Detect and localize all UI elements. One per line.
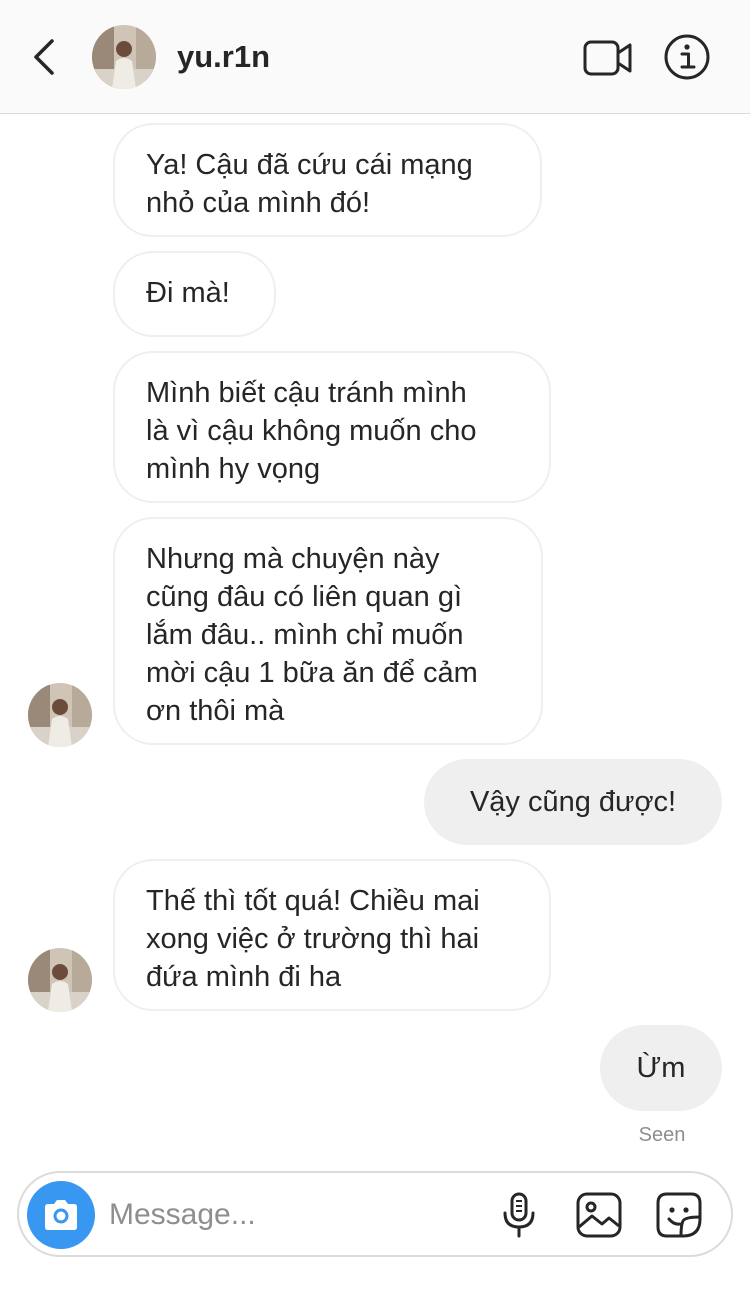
gallery-button[interactable] xyxy=(575,1191,623,1239)
chat-header: yu.r1n xyxy=(0,0,750,114)
message-text: Mình biết cậu tránh mình là vì cậu không… xyxy=(146,377,477,485)
microphone-icon xyxy=(503,1192,535,1238)
incoming-message-bubble[interactable]: Thế thì tốt quá! Chiều mai xong việc ở t… xyxy=(113,859,551,1011)
camera-icon xyxy=(45,1200,77,1230)
avatar-photo xyxy=(28,683,92,747)
sender-avatar[interactable] xyxy=(28,948,92,1012)
message-text: Đi mà! xyxy=(146,277,230,309)
back-button[interactable] xyxy=(20,32,70,82)
sender-avatar[interactable] xyxy=(28,683,92,747)
message-text: Ya! Cậu đã cứu cái mạng nhỏ của mình đó! xyxy=(146,149,473,219)
message-input[interactable] xyxy=(109,1193,479,1237)
incoming-message-bubble[interactable]: Nhưng mà chuyện này cũng đâu có liên qua… xyxy=(113,517,543,745)
message-text: Thế thì tốt quá! Chiều mai xong việc ở t… xyxy=(146,885,480,993)
message-text: Ừm xyxy=(636,1052,686,1084)
message-composer xyxy=(17,1171,733,1257)
seen-status: Seen xyxy=(638,1124,686,1146)
camera-button[interactable] xyxy=(27,1181,95,1249)
message-text: Vậy cũng được! xyxy=(469,786,677,818)
incoming-message-bubble[interactable]: Đi mà! xyxy=(113,251,276,337)
outgoing-message-bubble[interactable]: Ừm xyxy=(600,1025,722,1111)
message-text: Nhưng mà chuyện này cũng đâu có liên qua… xyxy=(146,543,478,727)
info-icon xyxy=(664,34,710,80)
outgoing-message-bubble[interactable]: Vậy cũng được! xyxy=(424,759,722,845)
image-icon xyxy=(576,1192,622,1238)
contact-username[interactable]: yu.r1n xyxy=(177,37,270,77)
video-call-button[interactable] xyxy=(580,36,636,80)
avatar-photo xyxy=(28,948,92,1012)
sticker-button[interactable] xyxy=(655,1191,703,1239)
sticker-icon xyxy=(656,1192,702,1238)
avatar-photo xyxy=(92,25,156,89)
voice-message-button[interactable] xyxy=(495,1191,543,1239)
chevron-left-icon xyxy=(34,39,54,75)
contact-avatar[interactable] xyxy=(92,25,156,89)
info-button[interactable] xyxy=(662,32,712,82)
video-camera-icon xyxy=(583,40,632,76)
incoming-message-bubble[interactable]: Ya! Cậu đã cứu cái mạng nhỏ của mình đó! xyxy=(113,123,542,237)
incoming-message-bubble[interactable]: Mình biết cậu tránh mình là vì cậu không… xyxy=(113,351,551,503)
